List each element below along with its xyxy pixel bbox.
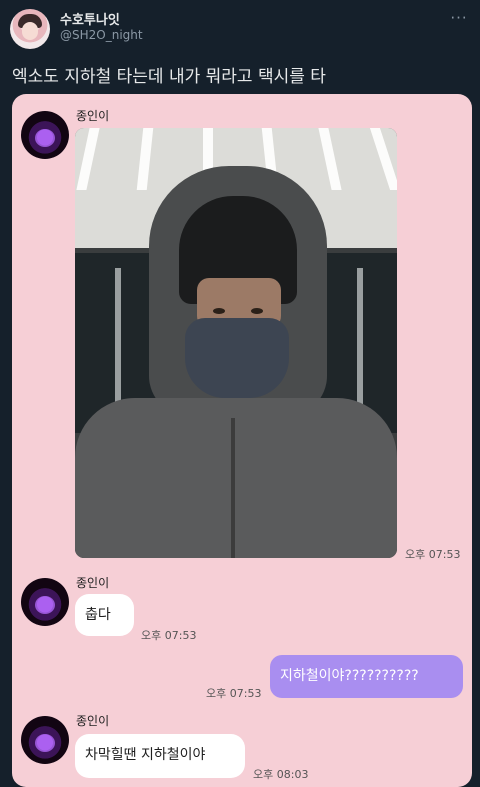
author-handle[interactable]: @SH2O_night	[60, 28, 143, 42]
my-message-bubble[interactable]: 지하철이야??????????	[270, 655, 463, 698]
sender-name: 종인이	[76, 714, 110, 728]
message-time: 오후 07:53	[141, 629, 197, 642]
author-name[interactable]: 수호투나잇	[60, 9, 120, 28]
message-time: 오후 07:53	[206, 687, 262, 700]
sender-avatar	[21, 111, 69, 159]
avatar-face	[22, 22, 38, 40]
message-text: 춥다	[85, 607, 111, 623]
tweet-author-avatar[interactable]	[10, 9, 50, 49]
message-bubble[interactable]: 춥다	[75, 594, 134, 636]
sender-name: 종인이	[76, 109, 110, 123]
sender-avatar	[21, 716, 69, 764]
message-time: 오후 07:53	[405, 548, 461, 561]
chat-photo[interactable]	[75, 128, 397, 558]
tweet-media-chat-screenshot[interactable]: 종인이 오후 07:53 종인이 춥다 오후 07:53 오후 07:53 지하…	[12, 94, 472, 787]
message-text: 차막힐땐 지하철이야	[85, 747, 206, 763]
message-time: 오후 08:03	[253, 768, 309, 781]
sender-name: 종인이	[76, 576, 110, 590]
sender-avatar	[21, 578, 69, 626]
message-text: 지하철이야??????????	[280, 668, 419, 684]
more-icon[interactable]: ···	[448, 11, 470, 26]
tweet-text: 엑소도 지하철 타는데 내가 뭐라고 택시를 타	[12, 67, 326, 87]
message-bubble[interactable]: 차막힐땐 지하철이야	[75, 734, 245, 778]
